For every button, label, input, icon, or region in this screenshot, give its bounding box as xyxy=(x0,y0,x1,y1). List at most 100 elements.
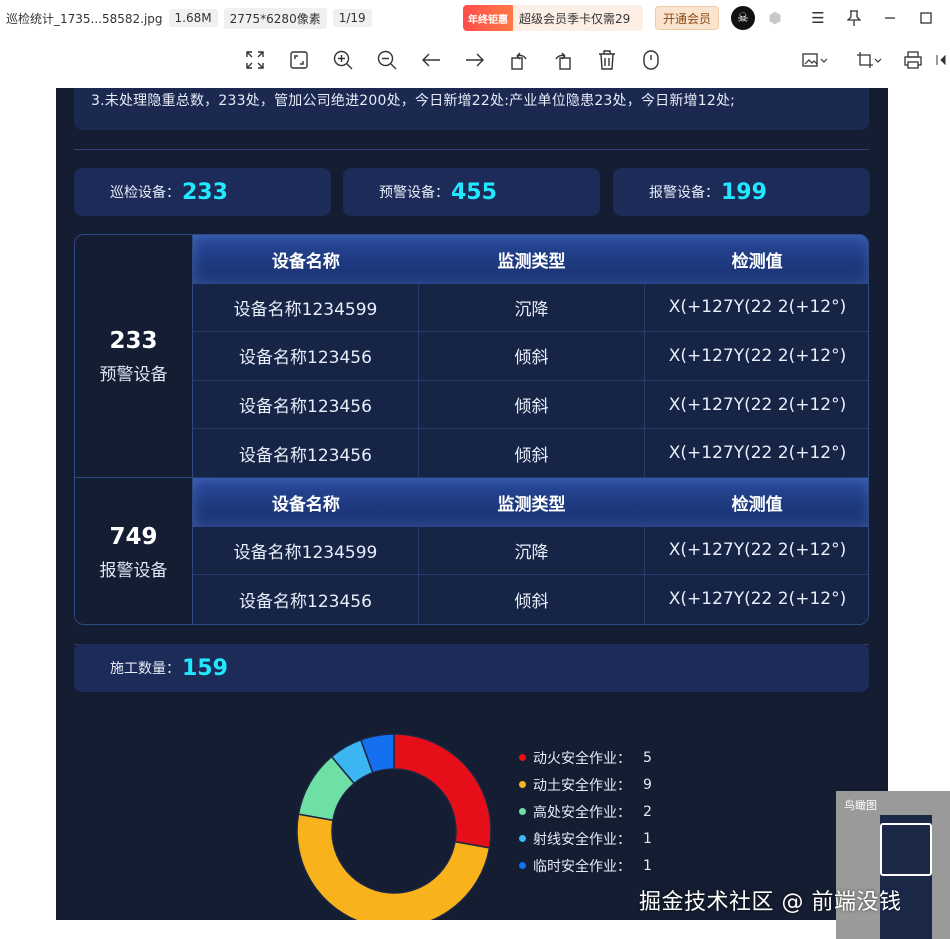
overview-viewport-frame[interactable] xyxy=(880,823,932,876)
legend-label: 射线安全作业： xyxy=(533,831,631,848)
header-cell: 设备名称 xyxy=(271,494,340,515)
stat-value: 233 xyxy=(182,179,228,205)
device-name-cell: 设备名称123456 xyxy=(193,380,419,429)
table-row: 设备名称1234599 沉降 X(+127Y(22 2(+12°) xyxy=(193,526,868,576)
notice-text: 3.未处理隐重总数，233处，管加公司绝进200处，今日新增22处:产业单位隐患… xyxy=(74,88,869,130)
device-name-cell: 设备名称1234599 xyxy=(193,526,419,575)
file-size: 1.68M xyxy=(168,9,218,27)
original-size-icon[interactable] xyxy=(287,48,311,72)
pin-icon[interactable] xyxy=(842,6,866,30)
monitor-type-cell: 倾斜 xyxy=(419,332,645,380)
legend-dot xyxy=(519,835,526,842)
divider xyxy=(74,149,869,150)
promo-tag: 年终钜惠 xyxy=(463,5,513,31)
legend-item: 动火安全作业： 5 xyxy=(519,744,652,771)
legend-label: 高处安全作业： xyxy=(533,804,631,821)
legend-item: 高处安全作业： 2 xyxy=(519,798,652,825)
promo-text: 超级会员季卡仅需29 xyxy=(519,11,631,26)
stat-card-inspection: 巡检设备： 233 xyxy=(74,168,331,216)
stat-label: 施工数量： xyxy=(110,661,180,677)
legend-dot xyxy=(519,808,526,815)
open-vip-button[interactable]: 开通会员 xyxy=(655,6,719,30)
legend-dot xyxy=(519,862,526,869)
table-row: 设备名称123456 倾斜 X(+127Y(22 2(+12°) xyxy=(193,380,868,430)
shield-icon[interactable]: ⬢ xyxy=(767,9,783,27)
monitor-type-cell: 沉降 xyxy=(419,283,645,332)
legend-label: 动土安全作业： xyxy=(533,777,631,794)
monitor-type-cell: 沉降 xyxy=(419,526,645,575)
legend-value: 1 xyxy=(643,857,652,874)
construction-count-card: 施工数量： 159 xyxy=(74,644,869,692)
work-type-donut-chart xyxy=(296,733,492,920)
watermark: 掘金技术社区 @ 前端没钱 xyxy=(639,890,902,915)
next-icon[interactable] xyxy=(463,48,487,72)
legend-value: 2 xyxy=(643,803,652,820)
device-table-block: 233 预警设备 设备名称 监测类型 检测值 设备名称1234599 沉降 X(… xyxy=(74,234,869,625)
monitor-type-cell: 倾斜 xyxy=(419,380,645,429)
stat-value: 199 xyxy=(721,179,767,205)
title-bar: 巡检统计_1735...58582.jpg 1.68M 2775*6280像素 … xyxy=(0,0,950,36)
fit-screen-icon[interactable] xyxy=(243,48,267,72)
table-row: 设备名称1234599 沉降 X(+127Y(22 2(+12°) xyxy=(193,283,868,333)
header-cell: 检测值 xyxy=(731,251,783,272)
page-indicator: 1/19 xyxy=(332,9,372,27)
device-name-cell: 设备名称123456 xyxy=(193,429,419,477)
file-name: 巡检统计_1735...58582.jpg xyxy=(6,11,163,26)
legend-label: 动火安全作业： xyxy=(533,750,631,767)
monitor-type-cell: 倾斜 xyxy=(419,429,645,477)
measured-value-cell: X(+127Y(22 2(+12°) xyxy=(668,297,847,318)
legend-dot xyxy=(519,781,526,788)
promo-banner[interactable]: 年终钜惠 超级会员季卡仅需29 xyxy=(463,5,643,31)
legend-item: 射线安全作业： 1 xyxy=(519,825,652,852)
stat-value: 159 xyxy=(182,655,228,681)
alarm-summary: 749 报警设备 xyxy=(75,478,193,624)
warning-label: 预警设备 xyxy=(99,364,168,385)
warning-count: 233 xyxy=(109,327,158,354)
alarm-count: 749 xyxy=(109,523,158,550)
overview-title: 鸟瞰图 xyxy=(844,799,877,812)
minimize-icon[interactable] xyxy=(878,6,902,30)
viewer-toolbar xyxy=(0,36,950,84)
device-name-cell: 设备名称123456 xyxy=(193,332,419,380)
previous-icon[interactable] xyxy=(419,48,443,72)
overview-panel[interactable]: 鸟瞰图 xyxy=(836,791,950,939)
table-row: 设备名称123456 倾斜 X(+127Y(22 2(+12°) xyxy=(193,429,868,478)
print-icon[interactable] xyxy=(901,48,925,72)
delete-icon[interactable] xyxy=(595,48,619,72)
measured-value-cell: X(+127Y(22 2(+12°) xyxy=(668,540,847,561)
legend-item: 临时安全作业： 1 xyxy=(519,852,652,879)
warning-summary: 233 预警设备 xyxy=(75,235,193,478)
legend-value: 9 xyxy=(643,776,652,793)
legend-value: 1 xyxy=(643,830,652,847)
rotate-right-icon[interactable] xyxy=(551,48,575,72)
alarm-label: 报警设备 xyxy=(99,560,168,581)
menu-icon[interactable]: ☰ xyxy=(806,6,830,30)
zoom-in-icon[interactable] xyxy=(331,48,355,72)
table-header: 设备名称 监测类型 检测值 xyxy=(193,478,868,527)
stat-card-alarm: 报警设备： 199 xyxy=(613,168,870,216)
stat-label: 报警设备： xyxy=(649,185,719,201)
image-edit-icon[interactable] xyxy=(800,48,830,72)
chart-legend: 动火安全作业： 5 动土安全作业： 9 高处安全作业： 2 射线安全作业： 1 临时安全作业： 1 xyxy=(519,744,652,879)
avatar[interactable]: ☠ xyxy=(731,6,755,30)
device-name-cell: 设备名称1234599 xyxy=(193,283,419,332)
header-cell: 监测类型 xyxy=(497,494,566,515)
stat-card-warning: 预警设备： 455 xyxy=(343,168,600,216)
legend-label: 临时安全作业： xyxy=(533,858,631,875)
crop-icon[interactable] xyxy=(854,48,884,72)
header-cell: 检测值 xyxy=(731,494,783,515)
dashboard-image[interactable]: 3.未处理隐重总数，233处，管加公司绝进200处，今日新增22处:产业单位隐患… xyxy=(56,88,888,920)
stat-label: 预警设备： xyxy=(379,185,449,201)
monitor-type-cell: 倾斜 xyxy=(419,575,645,624)
zoom-out-icon[interactable] xyxy=(375,48,399,72)
maximize-icon[interactable] xyxy=(914,6,938,30)
device-name-cell: 设备名称123456 xyxy=(193,575,419,624)
more-icon[interactable] xyxy=(639,48,663,72)
legend-value: 5 xyxy=(643,749,652,766)
warning-table: 设备名称 监测类型 检测值 设备名称1234599 沉降 X(+127Y(22 … xyxy=(193,235,868,478)
stat-label: 巡检设备： xyxy=(110,185,180,201)
rotate-left-icon[interactable] xyxy=(507,48,531,72)
table-row: 设备名称123456 倾斜 X(+127Y(22 2(+12°) xyxy=(193,332,868,381)
donut-slice xyxy=(393,733,492,849)
collapse-icon[interactable] xyxy=(934,48,948,72)
